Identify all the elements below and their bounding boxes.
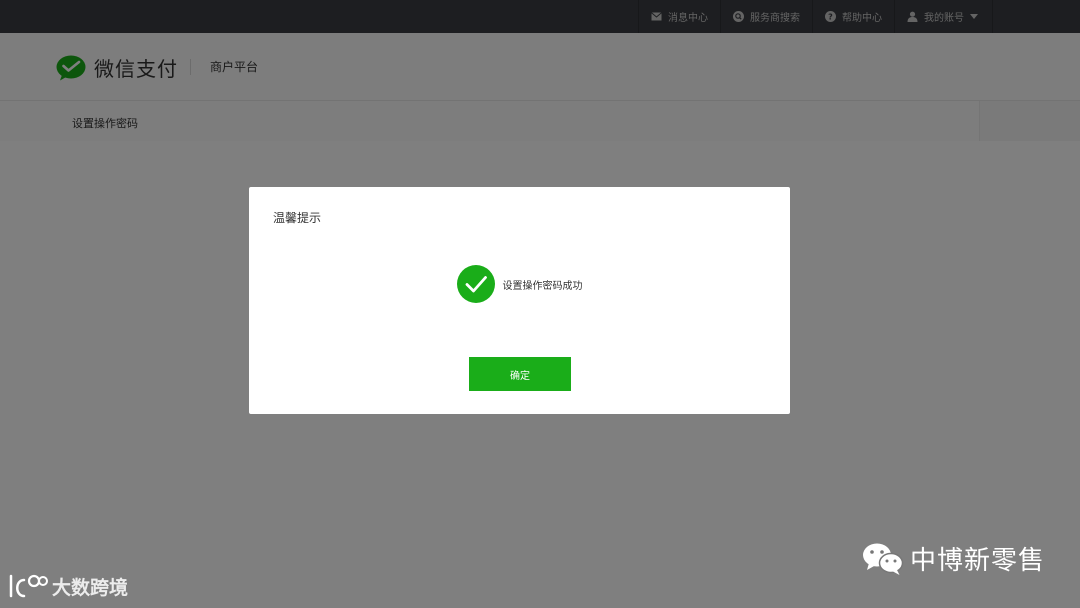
confirm-button[interactable]: 确定 [469, 357, 571, 391]
dialog-message-row: 设置操作密码成功 [249, 265, 790, 303]
wechat-icon [863, 543, 904, 575]
dialog-message: 设置操作密码成功 [502, 280, 583, 292]
watermark-right: 中博新零售 [862, 540, 1045, 577]
watermark-right-text: 中博新零售 [910, 546, 1046, 576]
dialog-title: 温馨提示 [273, 211, 322, 225]
watermark-left-text: 大数跨境 [52, 576, 129, 599]
watermark-logo-icon [9, 574, 48, 598]
watermark-left: 大数跨境 [8, 572, 128, 600]
success-check-icon [456, 265, 495, 303]
success-dialog: 温馨提示 设置操作密码成功 确定 [249, 187, 790, 414]
